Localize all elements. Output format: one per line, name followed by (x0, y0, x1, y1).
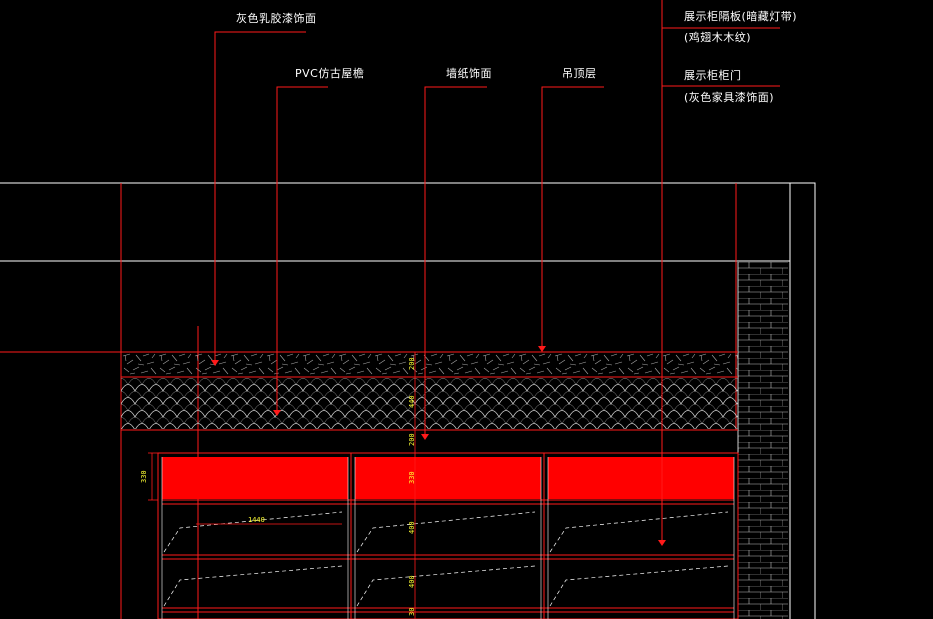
label-ceiling: 吊顶层 (562, 67, 597, 80)
label-gray-latex-paint: 灰色乳胶漆饰面 (236, 12, 317, 25)
dim-200-top: 200 (408, 357, 416, 370)
brick-column (738, 262, 788, 619)
label-wallpaper: 墙纸饰面 (446, 67, 492, 80)
label-display-door-sub: (灰色家具漆饰面) (684, 91, 775, 104)
label-display-shelf-sub: (鸡翅木木纹) (684, 31, 752, 44)
label-display-shelf: 展示柜隔板(暗藏灯带) (684, 10, 798, 23)
ceiling-texture-band (121, 353, 738, 376)
dim-30: 30 (408, 608, 416, 616)
dim-200-mid: 200 (408, 433, 416, 446)
display-cabinet (157, 452, 739, 619)
dim-440: 440 (408, 395, 416, 408)
dim-400-b: 400 (408, 575, 416, 588)
label-pvc-eave: PVC仿古屋檐 (295, 67, 365, 80)
cad-elevation-drawing: 200 440 200 330 330 1440 400 400 30 (0, 0, 816, 619)
label-display-door: 展示柜柜门 (684, 69, 742, 82)
dim-330-left: 330 (140, 470, 148, 483)
dim-400-a: 400 (408, 521, 416, 534)
roof-tile-band (121, 378, 738, 429)
dim-1440: 1440 (248, 516, 265, 524)
dim-330-mid: 330 (408, 471, 416, 484)
